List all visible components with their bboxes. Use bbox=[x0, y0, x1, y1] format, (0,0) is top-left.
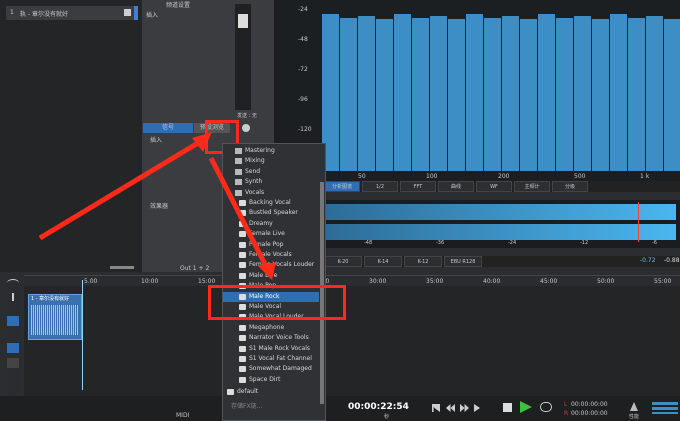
arrow-head-2 bbox=[258, 262, 276, 280]
arrow-line-2 bbox=[208, 156, 271, 272]
annotation-arrows bbox=[38, 132, 276, 280]
arrow-line-1 bbox=[38, 137, 205, 241]
